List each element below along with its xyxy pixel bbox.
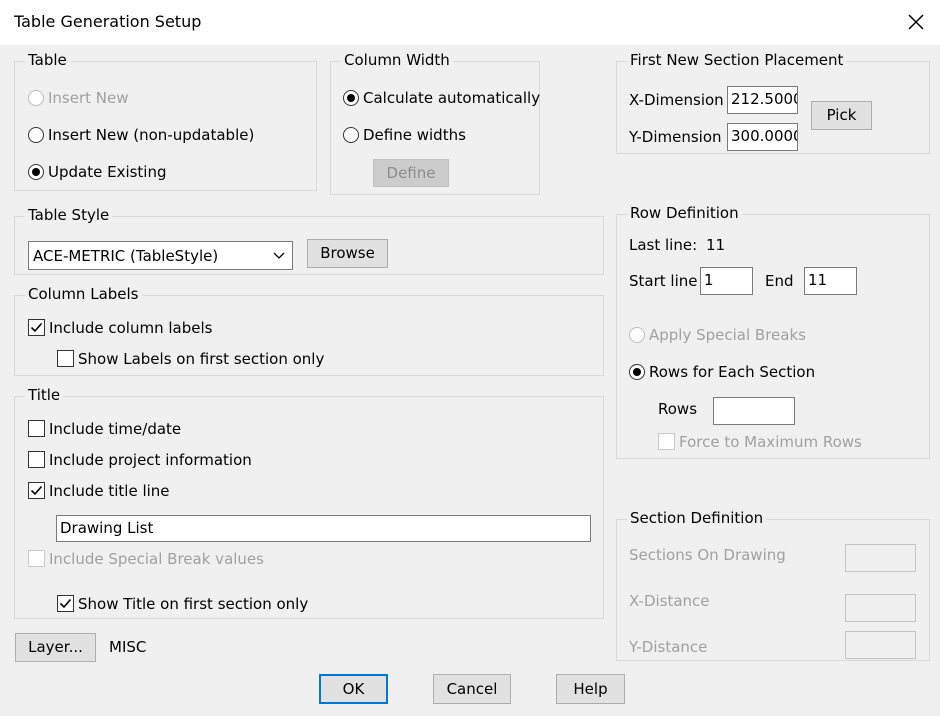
column-width-legend: Column Width bbox=[341, 51, 453, 69]
rows-label: Rows bbox=[658, 400, 698, 418]
radio-indicator bbox=[343, 126, 359, 143]
ok-button[interactable]: OK bbox=[319, 674, 388, 704]
y-dimension-label: Y-Dimension bbox=[629, 128, 722, 146]
rows-input[interactable] bbox=[713, 397, 795, 425]
x-dimension-input[interactable]: 212.5000 bbox=[727, 86, 798, 114]
last-line-value: 11 bbox=[706, 236, 726, 254]
help-button[interactable]: Help bbox=[556, 674, 625, 704]
calculate-automatically-label: Calculate automatically bbox=[363, 88, 541, 107]
radio-indicator bbox=[28, 126, 44, 143]
title-text-input[interactable]: Drawing List bbox=[56, 515, 591, 542]
table-group-legend: Table bbox=[25, 51, 70, 69]
insert-new-nonupdatable-radio[interactable]: Insert New (non-updatable) bbox=[28, 125, 254, 144]
checkbox-box bbox=[57, 595, 74, 612]
checkbox-box bbox=[57, 350, 74, 367]
include-column-labels-label: Include column labels bbox=[49, 318, 213, 337]
checkmark-icon bbox=[30, 485, 43, 496]
sections-on-drawing-input[interactable] bbox=[845, 544, 916, 572]
show-labels-first-section-checkbox[interactable]: Show Labels on first section only bbox=[57, 349, 324, 368]
insert-new-label: Insert New bbox=[48, 88, 129, 107]
chevron-down-icon bbox=[273, 252, 285, 259]
rows-for-each-section-radio[interactable]: Rows for Each Section bbox=[629, 362, 815, 381]
section-definition-legend: Section Definition bbox=[627, 509, 767, 527]
column-labels-legend: Column Labels bbox=[25, 285, 142, 303]
include-time-date-label: Include time/date bbox=[49, 419, 182, 438]
include-special-break-label: Include Special Break values bbox=[49, 549, 264, 568]
calculate-automatically-radio[interactable]: Calculate automatically bbox=[343, 88, 540, 107]
define-widths-label: Define widths bbox=[363, 125, 466, 144]
x-distance-input[interactable] bbox=[845, 594, 916, 622]
close-icon bbox=[908, 14, 924, 30]
show-labels-first-section-label: Show Labels on first section only bbox=[78, 349, 325, 368]
checkmark-icon bbox=[30, 322, 43, 333]
checkbox-box bbox=[28, 451, 45, 468]
rows-for-each-section-label: Rows for Each Section bbox=[649, 362, 816, 381]
cancel-button[interactable]: Cancel bbox=[433, 674, 511, 704]
last-line-label: Last line: bbox=[629, 236, 698, 254]
update-existing-radio[interactable]: Update Existing bbox=[28, 162, 167, 181]
show-title-first-section-label: Show Title on first section only bbox=[78, 594, 309, 613]
include-title-line-checkbox[interactable]: Include title line bbox=[28, 481, 170, 500]
checkbox-box bbox=[28, 550, 45, 567]
x-dimension-label: X-Dimension bbox=[629, 91, 724, 109]
y-distance-input[interactable] bbox=[845, 631, 916, 659]
radio-indicator bbox=[28, 163, 44, 180]
apply-special-breaks-radio[interactable]: Apply Special Breaks bbox=[629, 325, 806, 344]
table-style-legend: Table Style bbox=[25, 206, 113, 224]
layer-button[interactable]: Layer... bbox=[15, 633, 96, 662]
include-project-info-checkbox[interactable]: Include project information bbox=[28, 450, 252, 469]
title-bar: Table Generation Setup bbox=[0, 0, 940, 45]
radio-indicator bbox=[28, 89, 44, 106]
title-legend: Title bbox=[25, 386, 64, 404]
checkbox-box bbox=[658, 433, 675, 450]
end-input[interactable]: 11 bbox=[804, 267, 857, 295]
include-time-date-checkbox[interactable]: Include time/date bbox=[28, 419, 181, 438]
insert-new-nonupdatable-label: Insert New (non-updatable) bbox=[48, 125, 255, 144]
sections-on-drawing-label: Sections On Drawing bbox=[629, 546, 786, 564]
placement-legend: First New Section Placement bbox=[627, 51, 847, 69]
include-project-info-label: Include project information bbox=[49, 450, 252, 469]
insert-new-radio[interactable]: Insert New bbox=[28, 88, 129, 107]
force-maximum-rows-label: Force to Maximum Rows bbox=[679, 432, 862, 451]
define-button[interactable]: Define bbox=[373, 159, 449, 187]
radio-indicator bbox=[343, 89, 359, 106]
radio-indicator bbox=[629, 363, 645, 380]
x-distance-label: X-Distance bbox=[629, 592, 710, 610]
checkbox-box bbox=[28, 319, 45, 336]
close-button[interactable] bbox=[900, 6, 932, 38]
show-title-first-section-checkbox[interactable]: Show Title on first section only bbox=[57, 594, 308, 613]
checkbox-box bbox=[28, 420, 45, 437]
window-title: Table Generation Setup bbox=[14, 12, 202, 31]
y-distance-label: Y-Distance bbox=[629, 638, 708, 656]
pick-button[interactable]: Pick bbox=[811, 101, 872, 130]
end-label: End bbox=[765, 272, 794, 290]
include-title-line-label: Include title line bbox=[49, 481, 170, 500]
checkmark-icon bbox=[59, 598, 72, 609]
row-definition-legend: Row Definition bbox=[627, 204, 742, 222]
layer-value: MISC bbox=[109, 638, 147, 656]
radio-indicator bbox=[629, 326, 645, 343]
start-line-input[interactable]: 1 bbox=[700, 267, 753, 295]
apply-special-breaks-label: Apply Special Breaks bbox=[649, 325, 806, 344]
start-line-label: Start line bbox=[629, 272, 698, 290]
y-dimension-input[interactable]: 300.0000 bbox=[727, 123, 798, 151]
checkbox-box bbox=[28, 482, 45, 499]
force-maximum-rows-checkbox[interactable]: Force to Maximum Rows bbox=[658, 432, 862, 451]
include-column-labels-checkbox[interactable]: Include column labels bbox=[28, 318, 212, 337]
update-existing-label: Update Existing bbox=[48, 162, 167, 181]
table-style-value: ACE-METRIC (TableStyle) bbox=[33, 247, 219, 265]
define-widths-radio[interactable]: Define widths bbox=[343, 125, 466, 144]
browse-button[interactable]: Browse bbox=[307, 239, 388, 268]
include-special-break-checkbox[interactable]: Include Special Break values bbox=[28, 549, 264, 568]
table-style-select[interactable]: ACE-METRIC (TableStyle) bbox=[28, 241, 293, 270]
